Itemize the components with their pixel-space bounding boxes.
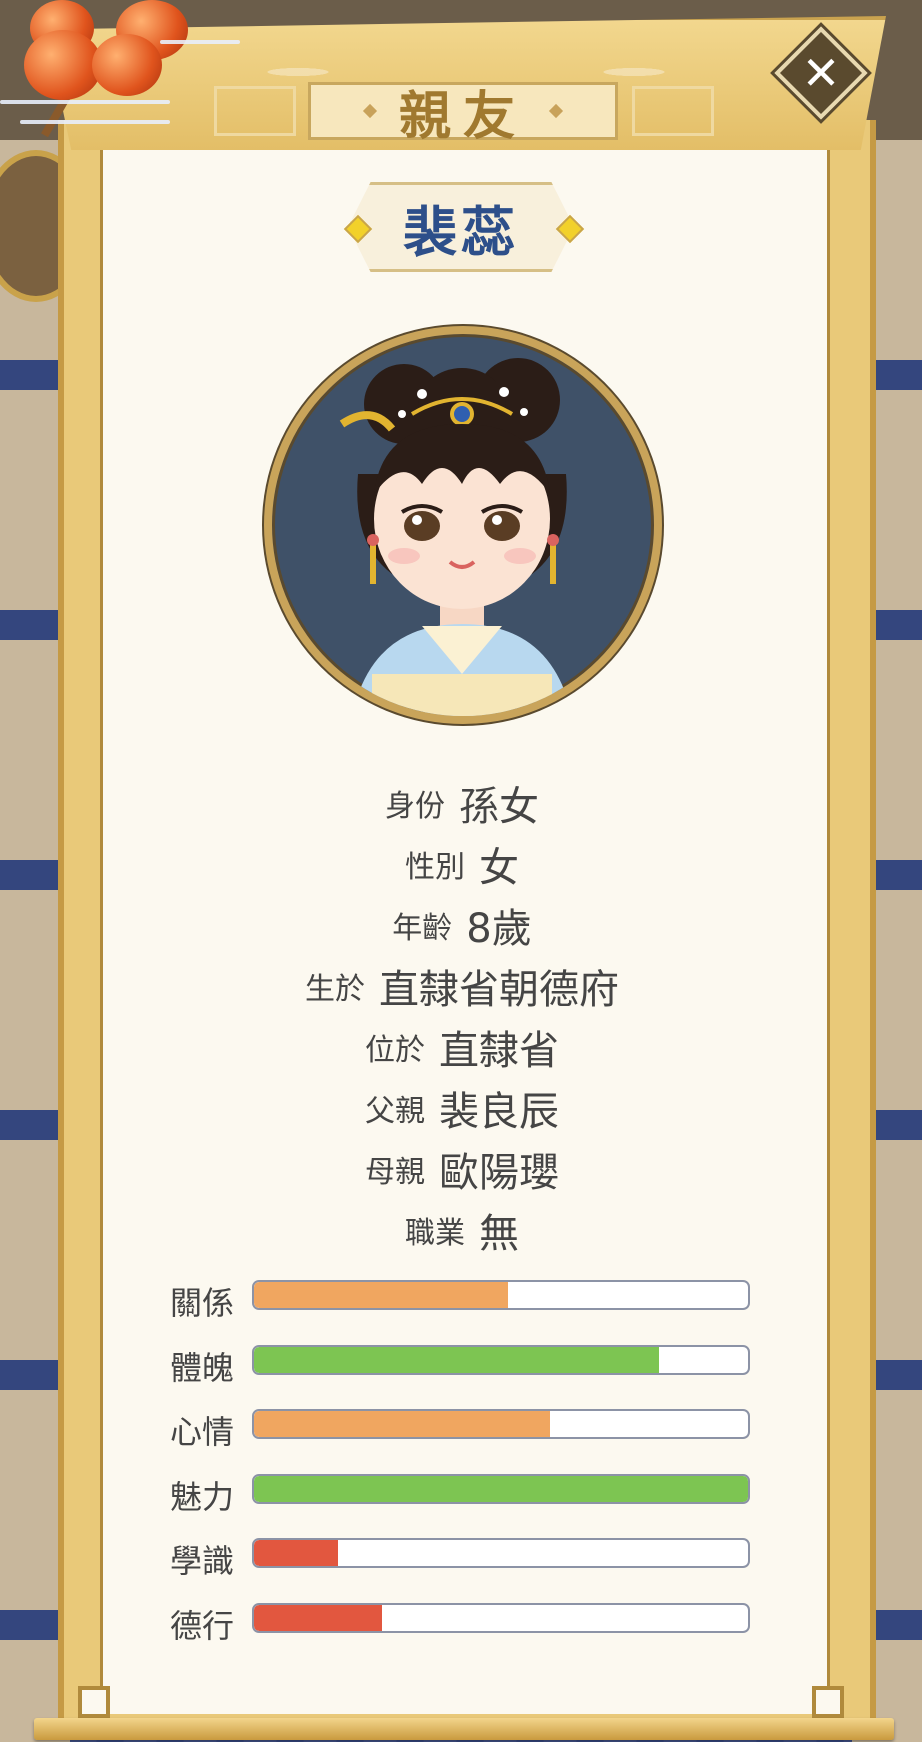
diamond-ornament-icon xyxy=(362,103,378,119)
stat-fill xyxy=(254,1604,383,1631)
stat-fill xyxy=(254,1411,551,1437)
fruit-ball xyxy=(92,34,162,96)
info-value: 無 xyxy=(479,1210,519,1257)
diamond-ornament-icon xyxy=(548,103,564,119)
info-value: 歐陽瓔 xyxy=(439,1149,559,1196)
info-row-location: 位於 直隸省 xyxy=(100,1016,824,1077)
cloud-line xyxy=(0,100,170,104)
corner-ornament-right xyxy=(812,1686,844,1718)
corner-ornament-left xyxy=(78,1686,110,1718)
stat-fill xyxy=(254,1540,338,1566)
info-value: 女 xyxy=(479,844,519,891)
stat-label: 魅力 xyxy=(170,1477,235,1516)
character-name: 裴蕊 xyxy=(403,200,519,264)
info-label: 母親 xyxy=(365,1154,425,1190)
info-list: 身份 孫女 性別 女 年齡 8歲 生於 直隸省朝德府 位於 直隸省 父親 裴良辰… xyxy=(100,772,824,1260)
info-row-mother: 母親 歐陽瓔 xyxy=(100,1138,824,1199)
info-value: 裴良辰 xyxy=(439,1088,559,1135)
info-value: 8歲 xyxy=(466,905,532,952)
stat-label: 德行 xyxy=(170,1606,235,1645)
info-label: 性別 xyxy=(405,849,465,885)
info-label: 生於 xyxy=(305,971,365,1007)
info-label: 年齡 xyxy=(392,910,453,946)
header-side-frame-right xyxy=(632,86,714,136)
fruit-ball xyxy=(24,30,102,100)
info-row-identity: 身份 孫女 xyxy=(100,772,824,833)
info-value: 孫女 xyxy=(459,783,539,830)
close-x-icon: ✕ xyxy=(801,46,841,100)
scroll-rod-bottom xyxy=(34,1718,894,1740)
info-label: 身份 xyxy=(385,788,445,824)
cloud-line xyxy=(160,40,240,44)
stat-label: 心情 xyxy=(170,1413,235,1451)
info-value: 直隸省 xyxy=(439,1027,559,1074)
header-side-frame-left xyxy=(214,86,296,136)
stat-fill xyxy=(254,1282,509,1308)
page-title: 親友 xyxy=(398,86,527,147)
stat-track xyxy=(252,1602,750,1633)
girl-portrait-avatar xyxy=(339,358,572,716)
cloud-line xyxy=(20,120,170,124)
info-row-occupation: 職業 無 xyxy=(100,1199,824,1260)
stat-track xyxy=(252,1280,750,1310)
stat-track xyxy=(252,1538,750,1568)
info-row-age: 年齡 8歲 xyxy=(100,894,824,955)
info-row-birthplace: 生於 直隸省朝德府 xyxy=(100,955,824,1016)
name-plate: 裴蕊 xyxy=(348,182,574,272)
stat-label: 關係 xyxy=(170,1284,235,1322)
info-label: 父親 xyxy=(365,1093,425,1129)
stat-track xyxy=(252,1473,750,1504)
stat-track xyxy=(252,1344,750,1375)
stat-label: 體魄 xyxy=(170,1348,235,1387)
info-row-gender: 性別 女 xyxy=(100,833,824,894)
avatar xyxy=(264,326,662,724)
stat-fill xyxy=(254,1475,748,1502)
header-title-plate: 親友 xyxy=(308,82,618,147)
info-label: 位於 xyxy=(365,1032,425,1068)
info-row-father: 父親 裴良辰 xyxy=(100,1077,824,1138)
info-label: 職業 xyxy=(405,1215,465,1251)
stat-track xyxy=(252,1409,750,1439)
info-value: 直隸省朝德府 xyxy=(379,966,619,1013)
stat-fill xyxy=(254,1346,660,1373)
stat-label: 學識 xyxy=(170,1542,235,1580)
